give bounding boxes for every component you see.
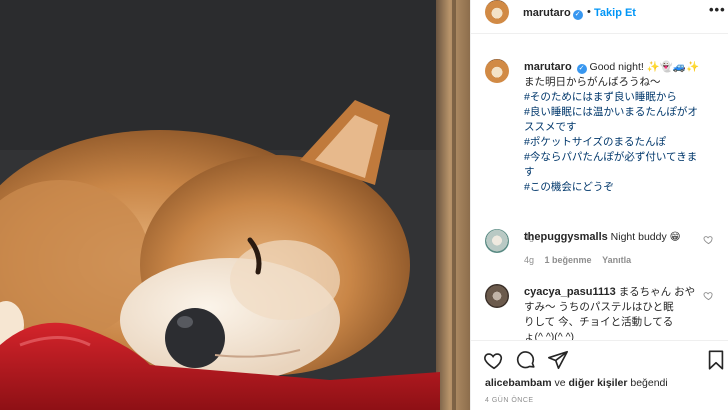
caption-text: また明日からがんばろうね～ <box>524 76 661 88</box>
post-action-bar <box>471 340 728 372</box>
comment-icon[interactable] <box>515 349 537 371</box>
comment-likes-count[interactable]: 1 beğenme <box>545 255 592 265</box>
post-timestamp[interactable]: 4 GÜN ÖNCE <box>485 397 534 404</box>
commenter-avatar[interactable] <box>485 229 509 253</box>
caption-author-avatar[interactable] <box>485 59 509 83</box>
verified-badge-icon: ✓ <box>572 10 583 20</box>
comments-scroll-area[interactable]: marutaro ✓ Good night! ✨👻🚙✨ また明日からがんばろうね… <box>471 34 728 340</box>
comment-body: ょ(^ ^)(^ ^) <box>524 331 575 340</box>
hashtag-link[interactable]: #そのためにはまず良い睡眠から <box>524 90 724 105</box>
caption-text: Good night! ✨👻🚙✨ <box>589 61 700 73</box>
hashtag-link[interactable]: #今ならパパたんぽが必ず付いてきま <box>524 150 724 165</box>
commenter-avatar[interactable] <box>485 284 509 308</box>
verified-badge-icon: ✓ <box>576 64 587 74</box>
comment-like-heart-icon[interactable] <box>703 234 714 245</box>
commenter-username[interactable]: cyacya_pasu1113 <box>524 286 616 298</box>
hashtag-link[interactable]: ススメです <box>524 120 724 135</box>
post-photo[interactable] <box>0 0 470 410</box>
comment-text: cyacya_pasu1113 まるちゃん おや すみ～ うちのパステルはひと眠… <box>524 285 708 340</box>
header-separator: • <box>587 6 591 18</box>
comment-timestamp[interactable]: 4g <box>524 255 534 265</box>
author-username[interactable]: marutaro ✓ <box>523 7 583 20</box>
hashtag-link[interactable]: す <box>524 165 724 180</box>
caption-author-username[interactable]: marutaro <box>524 61 572 73</box>
more-options-icon[interactable]: ••• <box>709 2 726 17</box>
post-header: marutaro ✓ • Takip Et ••• <box>471 0 728 34</box>
comment-body: Night buddy 😁 <box>610 231 681 243</box>
bookmark-icon[interactable] <box>705 349 727 371</box>
sleeping-shiba-image <box>0 0 470 410</box>
comment-body: りして 今、チョイと活動してる <box>524 316 674 328</box>
liker-username[interactable]: alicebambam <box>485 377 552 389</box>
heart-icon[interactable] <box>483 349 505 371</box>
comment-meta: 4g 1 beğenme Yanıtla <box>524 255 639 265</box>
reply-button[interactable]: Yanıtla <box>602 255 631 265</box>
comment-body: すみ～ うちのパステルはひと眠 <box>524 301 674 313</box>
post-side-panel: marutaro ✓ • Takip Et ••• marutaro ✓ Good… <box>470 0 728 410</box>
share-icon[interactable] <box>547 349 569 371</box>
likes-conjunction: ve <box>554 377 566 389</box>
hashtag-link[interactable]: #この機会にどうぞ <box>524 180 724 195</box>
author-avatar[interactable] <box>485 0 509 24</box>
author-username-text[interactable]: marutaro <box>523 7 571 19</box>
hashtag-link[interactable]: #ポケットサイズのまるたんぽ <box>524 135 724 150</box>
comment-text: thepuggysmalls Night buddy 😁 <box>524 230 708 245</box>
post-caption: marutaro ✓ Good night! ✨👻🚙✨ また明日からがんばろうね… <box>524 60 724 195</box>
caption-line: marutaro ✓ Good night! ✨👻🚙✨ <box>524 60 724 75</box>
hashtag-link[interactable]: #良い睡眠には温かいまるたんぽがオ <box>524 105 724 120</box>
likes-summary: alicebambam ve diğer kişiler beğendi <box>485 377 668 389</box>
comment-like-heart-icon[interactable] <box>703 290 714 301</box>
other-likers-link[interactable]: diğer kişiler <box>568 377 627 389</box>
commenter-username[interactable]: thepuggysmalls <box>524 231 608 243</box>
follow-button[interactable]: Takip Et <box>594 7 636 19</box>
likes-suffix: beğendi <box>630 377 668 389</box>
comment-body: まるちゃん おや <box>618 286 696 298</box>
